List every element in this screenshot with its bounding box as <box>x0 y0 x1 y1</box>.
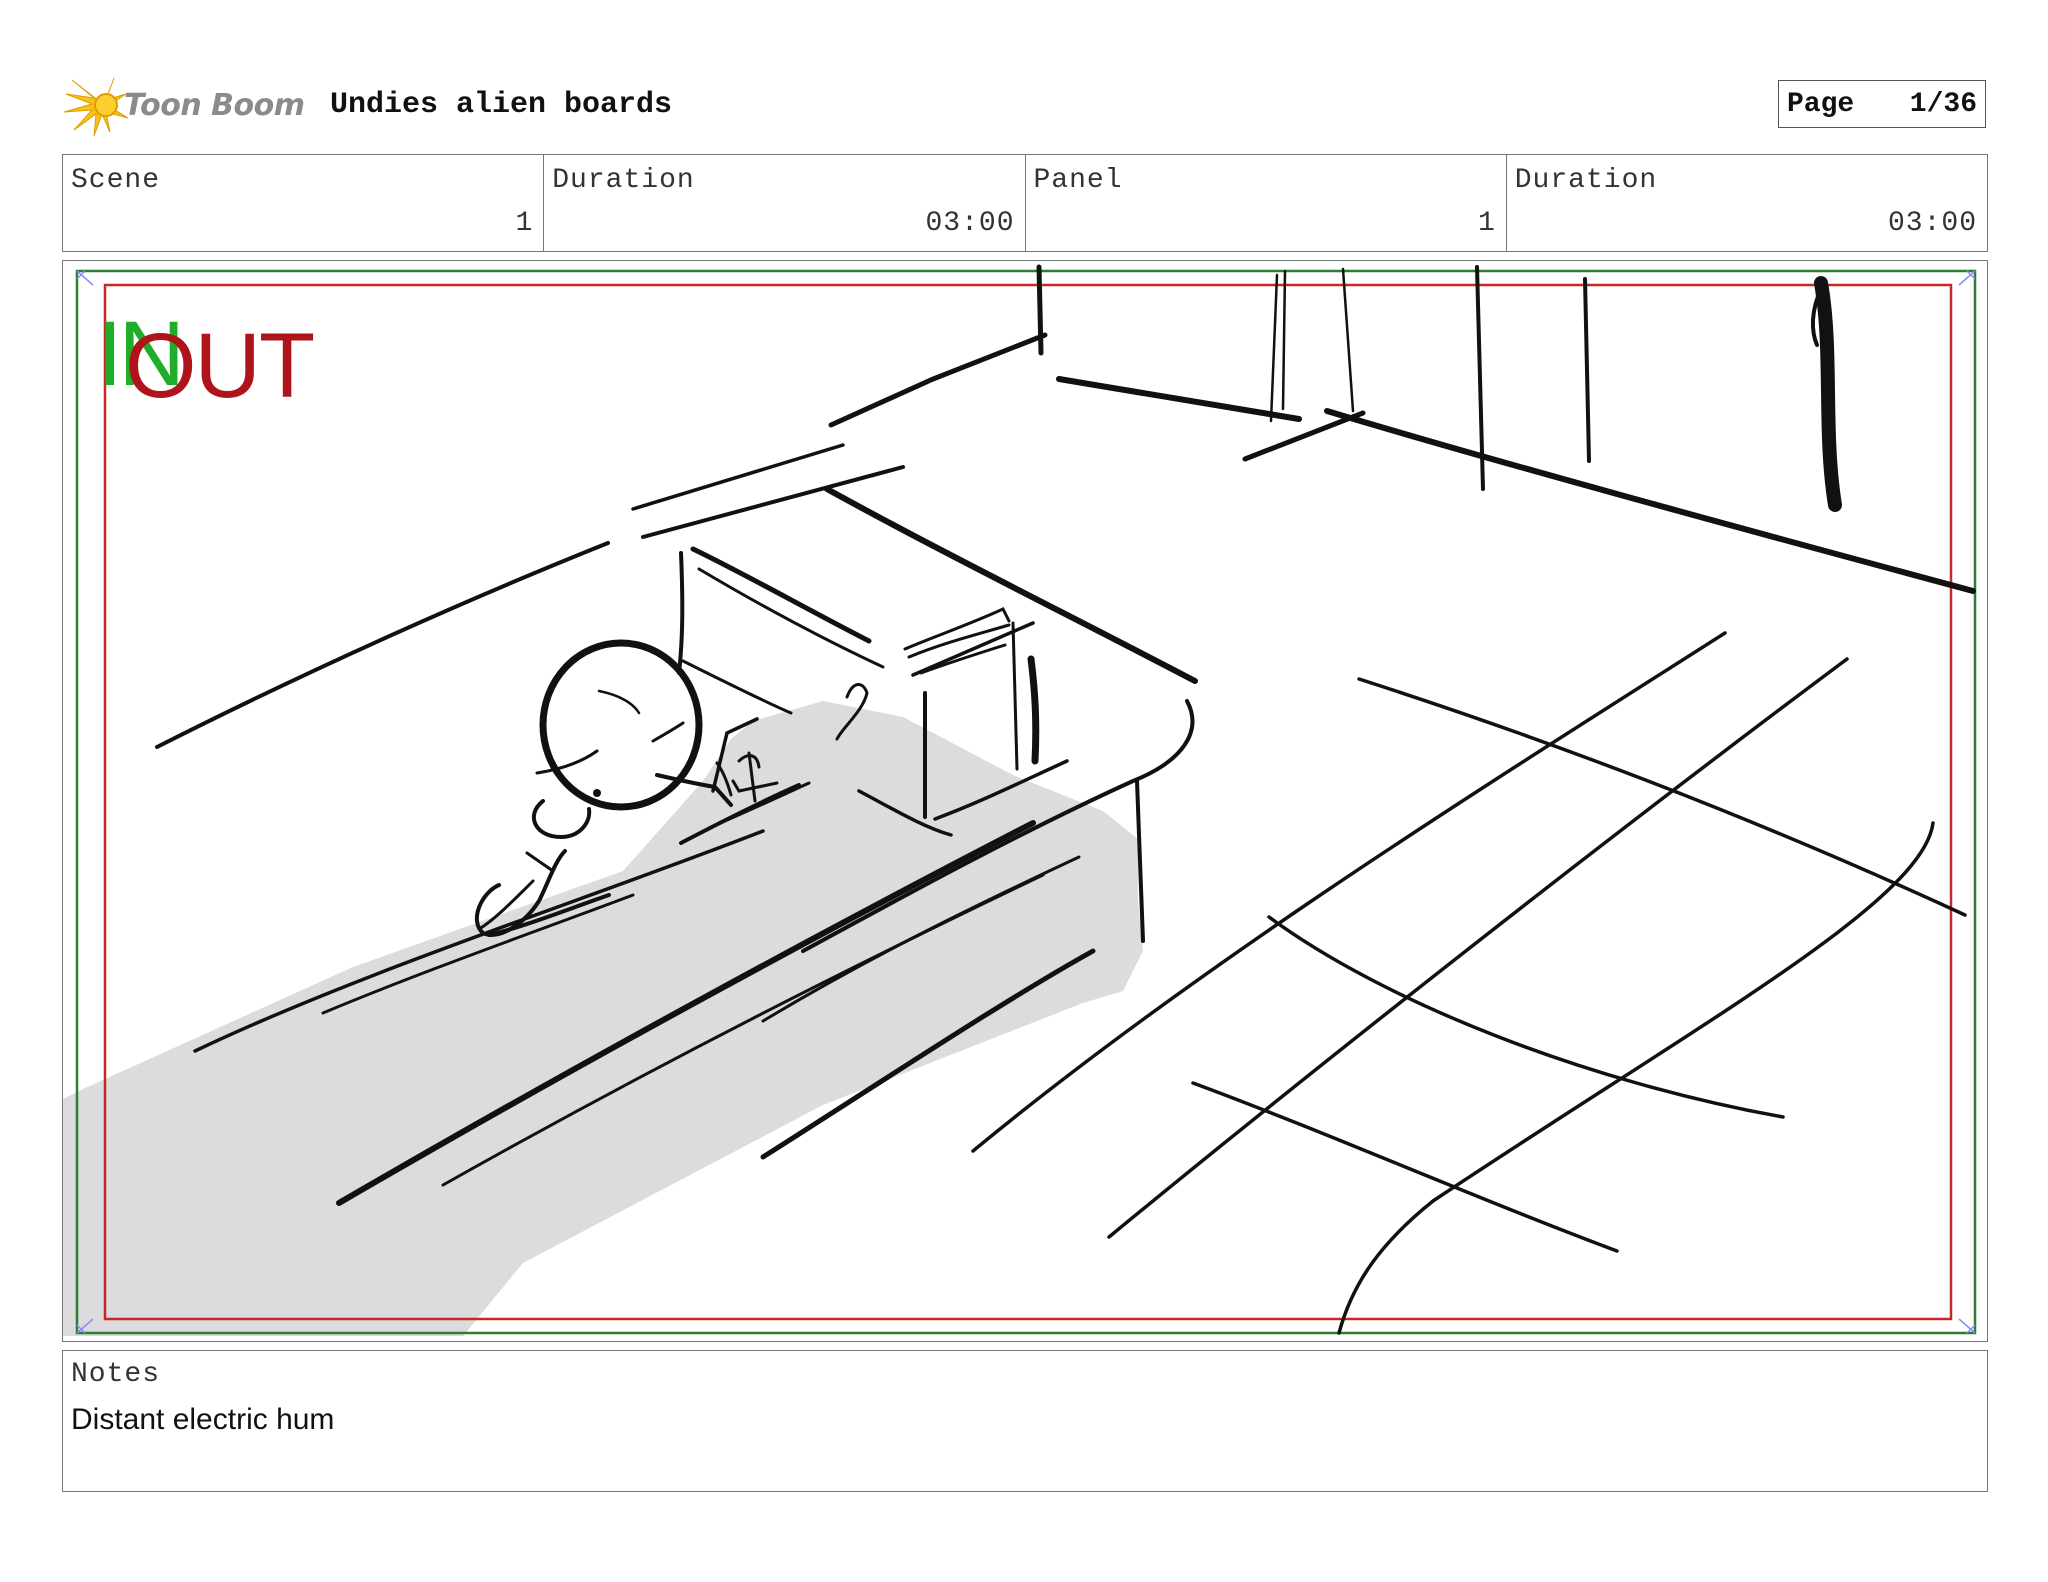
panel-cell: Panel 1 <box>1026 155 1507 251</box>
notes-label: Notes <box>71 1359 161 1390</box>
page-indicator: Page 1/36 <box>1778 80 1986 128</box>
header: Toon Boom Undies alien boards Page 1/36 <box>62 72 1988 138</box>
scene-duration-value: 03:00 <box>925 208 1015 239</box>
page-value: 1/36 <box>1909 88 1977 120</box>
logo-text: Toon Boom <box>124 87 305 123</box>
scene-cell: Scene 1 <box>63 155 545 251</box>
board-title: Undies alien boards <box>330 88 673 122</box>
notes-text: Distant electric hum <box>71 1403 335 1436</box>
panel-drawing: IN OUT <box>63 264 1977 1336</box>
toon-boom-logo: Toon Boom <box>64 72 305 138</box>
scene-duration-cell: Duration 03:00 <box>544 155 1026 251</box>
storyboard-panel: IN OUT <box>62 260 1988 1342</box>
starburst-icon <box>64 77 129 137</box>
panel-duration-cell: Duration 03:00 <box>1507 155 1987 251</box>
panel-duration-value: 03:00 <box>1887 208 1977 239</box>
panel-label: Panel <box>1033 165 1123 196</box>
panel-duration-label: Duration <box>1514 165 1658 196</box>
scene-label: Scene <box>71 165 161 196</box>
out-marker: OUT <box>125 315 314 417</box>
scene-value: 1 <box>515 208 534 239</box>
notes-section: Notes Distant electric hum <box>62 1350 1988 1492</box>
page-label: Page <box>1787 88 1855 120</box>
panel-value: 1 <box>1477 208 1496 239</box>
panel-info-table: Scene 1 Duration 03:00 Panel 1 Duration … <box>62 154 1988 252</box>
scene-duration-label: Duration <box>552 165 695 196</box>
